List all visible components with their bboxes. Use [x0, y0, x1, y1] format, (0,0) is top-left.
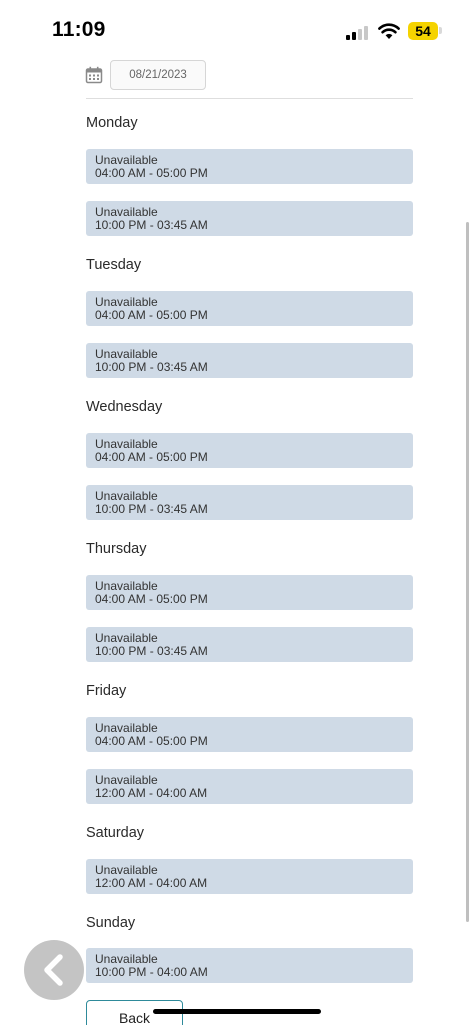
- availability-slot[interactable]: Unavailable 04:00 AM - 05:00 PM: [86, 433, 413, 468]
- availability-slot[interactable]: Unavailable 04:00 AM - 05:00 PM: [86, 575, 413, 610]
- slot-time: 04:00 AM - 05:00 PM: [95, 592, 208, 606]
- availability-slot[interactable]: Unavailable 10:00 PM - 03:45 AM: [86, 201, 413, 236]
- divider: [86, 98, 413, 99]
- availability-slot[interactable]: Unavailable 04:00 AM - 05:00 PM: [86, 291, 413, 326]
- slot-time: 10:00 PM - 04:00 AM: [95, 965, 208, 979]
- day-heading-wednesday: Wednesday: [86, 399, 163, 415]
- date-input[interactable]: 08/21/2023: [110, 60, 206, 90]
- slot-time: 04:00 AM - 05:00 PM: [95, 308, 208, 322]
- status-time: 11:09: [52, 18, 106, 41]
- day-heading-tuesday: Tuesday: [86, 257, 142, 273]
- availability-slot[interactable]: Unavailable 04:00 AM - 05:00 PM: [86, 149, 413, 184]
- slot-time: 12:00 AM - 04:00 AM: [95, 786, 208, 800]
- slot-time: 12:00 AM - 04:00 AM: [95, 876, 208, 890]
- battery-icon: 54: [408, 22, 438, 40]
- slot-time: 10:00 PM - 03:45 AM: [95, 502, 208, 516]
- battery-tip: [439, 27, 442, 34]
- availability-slot[interactable]: Unavailable 10:00 PM - 03:45 AM: [86, 627, 413, 662]
- wifi-icon: [378, 23, 400, 39]
- slot-time: 04:00 AM - 05:00 PM: [95, 450, 208, 464]
- home-indicator[interactable]: [153, 1009, 321, 1014]
- calendar-icon[interactable]: [85, 66, 103, 84]
- day-heading-sunday: Sunday: [86, 915, 136, 931]
- slot-time: 10:00 PM - 03:45 AM: [95, 644, 208, 658]
- availability-slot[interactable]: Unavailable 10:00 PM - 03:45 AM: [86, 485, 413, 520]
- day-heading-saturday: Saturday: [86, 825, 145, 841]
- availability-slot[interactable]: Unavailable 04:00 AM - 05:00 PM: [86, 717, 413, 752]
- availability-slot[interactable]: Unavailable 12:00 AM - 04:00 AM: [86, 859, 413, 894]
- slot-time: 10:00 PM - 03:45 AM: [95, 218, 208, 232]
- cellular-signal-icon: [346, 24, 372, 40]
- slot-time: 04:00 AM - 05:00 PM: [95, 734, 208, 748]
- availability-slot[interactable]: Unavailable 10:00 PM - 04:00 AM: [86, 948, 413, 983]
- chevron-left-icon: [44, 954, 63, 986]
- back-nav-button[interactable]: [24, 940, 84, 1000]
- slot-time: 04:00 AM - 05:00 PM: [95, 166, 208, 180]
- availability-slot[interactable]: Unavailable 10:00 PM - 03:45 AM: [86, 343, 413, 378]
- day-heading-friday: Friday: [86, 683, 127, 699]
- scrollbar[interactable]: [466, 222, 469, 922]
- day-heading-thursday: Thursday: [86, 541, 147, 557]
- day-heading-monday: Monday: [86, 115, 138, 131]
- slot-time: 10:00 PM - 03:45 AM: [95, 360, 208, 374]
- availability-slot[interactable]: Unavailable 12:00 AM - 04:00 AM: [86, 769, 413, 804]
- status-bar: 11:09 54: [0, 0, 474, 60]
